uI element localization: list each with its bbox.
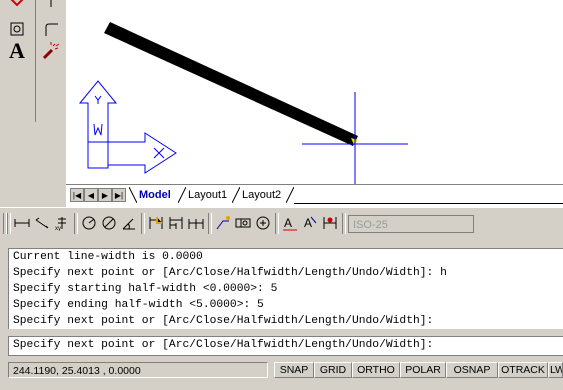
model-space-canvas <box>78 22 408 184</box>
text-icon[interactable]: A <box>3 38 31 63</box>
move-icon[interactable] <box>3 0 31 14</box>
command-history-line: Specify next point or [Arc/Close/Halfwid… <box>13 267 447 279</box>
wide-polyline <box>104 22 358 146</box>
center-mark-icon[interactable] <box>254 214 272 232</box>
command-history-line: Specify ending half-width <5.0000>: 5 <box>13 299 264 311</box>
osnap-toggle[interactable]: OSNAP <box>446 362 498 378</box>
radius-dimension-icon[interactable] <box>80 214 98 232</box>
coordinate-display[interactable]: 244.1190, 25.4013 , 0.0000 <box>8 362 268 378</box>
tolerance-icon[interactable] <box>234 214 252 232</box>
otrack-toggle[interactable]: OTRACK <box>498 362 548 378</box>
angular-dimension-icon[interactable] <box>120 214 138 232</box>
dimension-text-edit-icon[interactable]: A <box>301 214 319 232</box>
svg-text:xy: xy <box>55 226 61 231</box>
toolbar-separator <box>342 213 346 234</box>
layout-tab-bar: |◀ ◀ ▶ ▶| Model Layout1 Layout2 <box>66 184 563 208</box>
region-icon[interactable] <box>3 18 31 40</box>
tab-baseline <box>294 203 563 204</box>
command-history-line: Specify next point or [Arc/Close/Halfwid… <box>13 315 434 327</box>
drawing-area[interactable] <box>66 0 563 184</box>
svg-text:A: A <box>304 216 312 230</box>
toolbar-grip-2 <box>7 213 11 234</box>
status-bar: 244.1190, 25.4013 , 0.0000 SNAP GRID ORT… <box>0 356 563 390</box>
toolbar-separator <box>208 213 212 234</box>
toolbar-separator <box>141 213 145 234</box>
tab-layout2[interactable]: Layout2 <box>236 187 287 203</box>
polar-toggle[interactable]: POLAR <box>400 362 446 378</box>
svg-text:A: A <box>284 216 292 230</box>
draw-toolbar: A <box>0 0 36 122</box>
prev-tab-icon[interactable]: ◀ <box>84 188 98 202</box>
modify-toolbar <box>36 0 67 122</box>
tab-layout1[interactable]: Layout1 <box>182 187 233 203</box>
explode-icon[interactable] <box>37 40 65 62</box>
snap-toggle[interactable]: SNAP <box>274 362 314 378</box>
command-history-line: Current line-width is 0.0000 <box>13 251 203 263</box>
toolbar-separator <box>74 213 78 234</box>
continue-dimension-icon[interactable] <box>187 214 205 232</box>
lineweight-toggle[interactable]: LW <box>548 362 563 378</box>
last-tab-icon[interactable]: ▶| <box>112 188 126 202</box>
dimension-edit-icon[interactable]: A <box>281 214 299 232</box>
aligned-dimension-icon[interactable] <box>33 214 51 232</box>
leader-icon[interactable] <box>214 214 232 232</box>
first-tab-icon[interactable]: |◀ <box>70 188 84 202</box>
palette-background <box>0 122 66 207</box>
fillet-icon[interactable] <box>37 18 65 40</box>
toolbar-separator <box>275 213 279 234</box>
dimension-style-select[interactable]: ISO-25 <box>348 215 474 233</box>
ordinate-dimension-icon[interactable]: xy <box>53 214 71 232</box>
linear-dimension-icon[interactable] <box>13 214 31 232</box>
dimension-update-icon[interactable] <box>321 214 339 232</box>
command-line-input[interactable]: Specify next point or [Arc/Close/Halfwid… <box>8 336 563 356</box>
polyline-icon[interactable] <box>37 0 65 14</box>
command-window: Current line-width is 0.0000 Specify nex… <box>0 240 563 356</box>
ucs-icon <box>78 80 177 174</box>
dimension-toolbar: xy A A ISO-25 <box>0 207 563 241</box>
command-history[interactable]: Current line-width is 0.0000 Specify nex… <box>8 248 563 329</box>
baseline-dimension-icon[interactable] <box>167 214 185 232</box>
quick-dimension-icon[interactable] <box>147 214 165 232</box>
diameter-dimension-icon[interactable] <box>100 214 118 232</box>
command-history-line: Specify starting half-width <0.0000>: 5 <box>13 283 278 295</box>
next-tab-icon[interactable]: ▶ <box>98 188 112 202</box>
tab-model[interactable]: Model <box>133 187 177 203</box>
ortho-toggle[interactable]: ORTHO <box>352 362 400 378</box>
grid-toggle[interactable]: GRID <box>314 362 352 378</box>
command-prompt: Specify next point or [Arc/Close/Halfwid… <box>13 339 434 351</box>
